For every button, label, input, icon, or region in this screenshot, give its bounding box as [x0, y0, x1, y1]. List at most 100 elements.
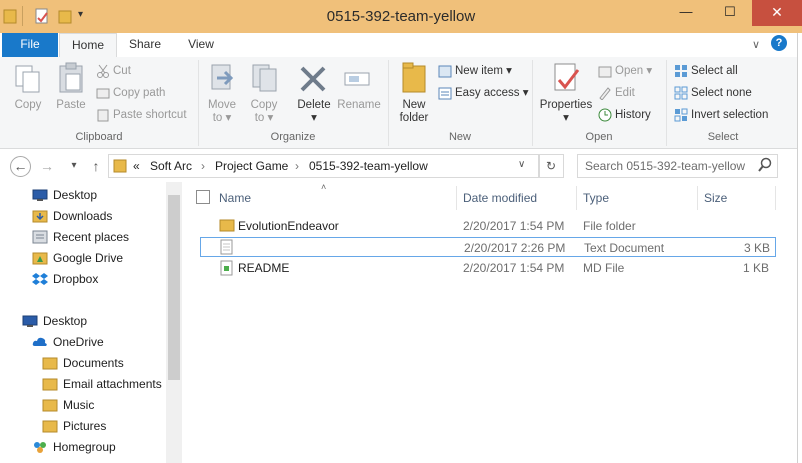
new-folder-quick-icon[interactable]: [57, 8, 73, 24]
search-input[interactable]: Search 0515-392-team-yellow: [577, 154, 778, 178]
cut-button[interactable]: Cut: [96, 62, 131, 80]
paste-button[interactable]: Paste: [50, 99, 92, 112]
paste-shortcut-button[interactable]: Paste shortcut: [96, 106, 187, 124]
tab-file[interactable]: File: [2, 33, 58, 57]
select-none-button[interactable]: Select none: [674, 84, 752, 102]
history-button[interactable]: History: [598, 106, 651, 124]
properties-button[interactable]: Properties ▾: [536, 99, 596, 125]
refresh-icon[interactable]: ↻: [538, 154, 564, 178]
breadcrumb-overflow[interactable]: «: [133, 159, 140, 173]
select-all-button[interactable]: Select all: [674, 62, 738, 80]
breadcrumb-project-game[interactable]: Project Game: [215, 159, 288, 173]
forward-arrow-icon[interactable]: →: [37, 156, 57, 176]
properties-label: Properties: [539, 99, 593, 111]
close-button[interactable]: ✕: [752, 0, 802, 26]
nav-item-recent-places[interactable]: Recent places: [32, 227, 129, 248]
column-divider[interactable]: [775, 186, 776, 210]
up-arrow-icon[interactable]: ↑: [86, 156, 106, 176]
table-row[interactable]: EvolutionEndeavor 2/20/2017 1:54 PM File…: [200, 216, 776, 236]
edit-label: Edit: [615, 87, 635, 99]
nav-item-downloads[interactable]: Downloads: [32, 206, 112, 227]
dropbox-icon: [32, 272, 48, 286]
new-folder-button[interactable]: New folder: [394, 99, 434, 125]
select-all-checkbox[interactable]: [196, 190, 210, 204]
breadcrumb-separator-icon[interactable]: ›: [201, 159, 205, 173]
column-divider[interactable]: [456, 186, 457, 210]
easy-access-icon: [438, 86, 452, 100]
properties-quick-icon[interactable]: [34, 8, 50, 24]
search-placeholder: Search 0515-392-team-yellow: [585, 159, 746, 173]
folder-icon: [219, 218, 235, 235]
nav-item-desktop-root[interactable]: Desktop: [22, 311, 87, 332]
new-item-button[interactable]: New item ▾: [438, 62, 512, 80]
file-name: README: [238, 261, 290, 275]
move-to-label-1: Move: [207, 99, 237, 111]
column-header-size[interactable]: Size: [704, 191, 727, 205]
history-label: History: [615, 109, 651, 121]
folder-icon: [42, 356, 58, 370]
invert-selection-button[interactable]: Invert selection: [674, 106, 768, 124]
nav-item-homegroup[interactable]: Homegroup: [32, 437, 116, 458]
sort-ascending-icon: ˄: [321, 182, 327, 192]
nav-scrollbar-thumb[interactable]: [168, 195, 180, 380]
tab-share[interactable]: Share: [122, 33, 168, 57]
maximize-button[interactable]: ☐: [708, 0, 752, 26]
help-icon[interactable]: ?: [771, 35, 787, 51]
properties-icon: [552, 62, 582, 97]
new-group-label: New: [448, 131, 471, 143]
window-right-edge: [797, 33, 802, 463]
search-icon[interactable]: [758, 157, 772, 176]
invert-selection-label: Invert selection: [691, 109, 769, 121]
nav-item-google-drive[interactable]: Google Drive: [32, 248, 123, 269]
desktop-icon: [22, 314, 38, 328]
copy-icon: [14, 64, 42, 97]
column-header-type[interactable]: Type: [583, 191, 609, 205]
breadcrumb-soft-arc[interactable]: Soft Arc: [150, 159, 192, 173]
nav-item-onedrive[interactable]: OneDrive: [32, 332, 104, 353]
copy-path-label: Copy path: [113, 87, 166, 99]
desktop-icon: [32, 188, 48, 202]
file-size: 1 KB: [742, 261, 769, 275]
tab-home[interactable]: Home: [59, 33, 117, 58]
nav-item-music[interactable]: Music: [42, 395, 94, 416]
copy-button[interactable]: Copy: [8, 99, 48, 112]
column-header-name[interactable]: Name: [219, 191, 251, 205]
table-row[interactable]: 2/20/2017 2:26 PM Text Document 3 KB: [200, 237, 776, 257]
copy-to-button[interactable]: Copy to ▾: [244, 99, 284, 125]
nav-item-email-attachments[interactable]: Email attachments: [42, 374, 162, 395]
column-header-date[interactable]: Date modified: [463, 191, 537, 205]
text-document-icon: [220, 239, 234, 258]
select-all-label: Select all: [691, 65, 738, 77]
back-arrow-icon[interactable]: ←: [10, 156, 31, 177]
address-dropdown-icon[interactable]: ∨: [518, 159, 525, 170]
rename-button[interactable]: Rename: [336, 99, 382, 112]
nav-item-dropbox[interactable]: Dropbox: [32, 269, 98, 290]
move-to-button[interactable]: Move to ▾: [202, 99, 242, 125]
breadcrumb-separator-icon[interactable]: ›: [295, 159, 299, 173]
folder-app-icon[interactable]: [3, 8, 19, 24]
nav-label: Dropbox: [53, 272, 99, 286]
column-divider[interactable]: [697, 186, 698, 210]
rename-icon: [342, 64, 372, 97]
edit-button[interactable]: Edit: [598, 84, 635, 102]
clipboard-group-label: Clipboard: [75, 131, 123, 143]
column-divider[interactable]: [576, 186, 577, 210]
customize-quick-access-icon[interactable]: ▾: [78, 9, 83, 20]
downloads-folder-icon: [32, 209, 48, 223]
table-row[interactable]: README 2/20/2017 1:54 PM MD File 1 KB: [200, 258, 776, 278]
nav-item-documents[interactable]: Documents: [42, 353, 124, 374]
file-type: File folder: [583, 219, 636, 233]
recent-locations-icon[interactable]: ▾: [64, 156, 84, 176]
easy-access-button[interactable]: Easy access ▾: [438, 84, 529, 102]
google-drive-icon: [32, 251, 48, 265]
open-button[interactable]: Open ▾: [598, 62, 652, 80]
breadcrumb-current-folder[interactable]: 0515-392-team-yellow: [309, 159, 428, 173]
nav-label: Google Drive: [53, 251, 124, 265]
expand-ribbon-icon[interactable]: ∨: [752, 38, 760, 51]
nav-item-pictures[interactable]: Pictures: [42, 416, 106, 437]
delete-button[interactable]: Delete ▾: [292, 99, 336, 125]
minimize-button[interactable]: —: [664, 0, 708, 26]
copy-path-button[interactable]: Copy path: [96, 84, 165, 102]
tab-view[interactable]: View: [178, 33, 224, 57]
nav-item-desktop[interactable]: Desktop: [32, 185, 97, 206]
